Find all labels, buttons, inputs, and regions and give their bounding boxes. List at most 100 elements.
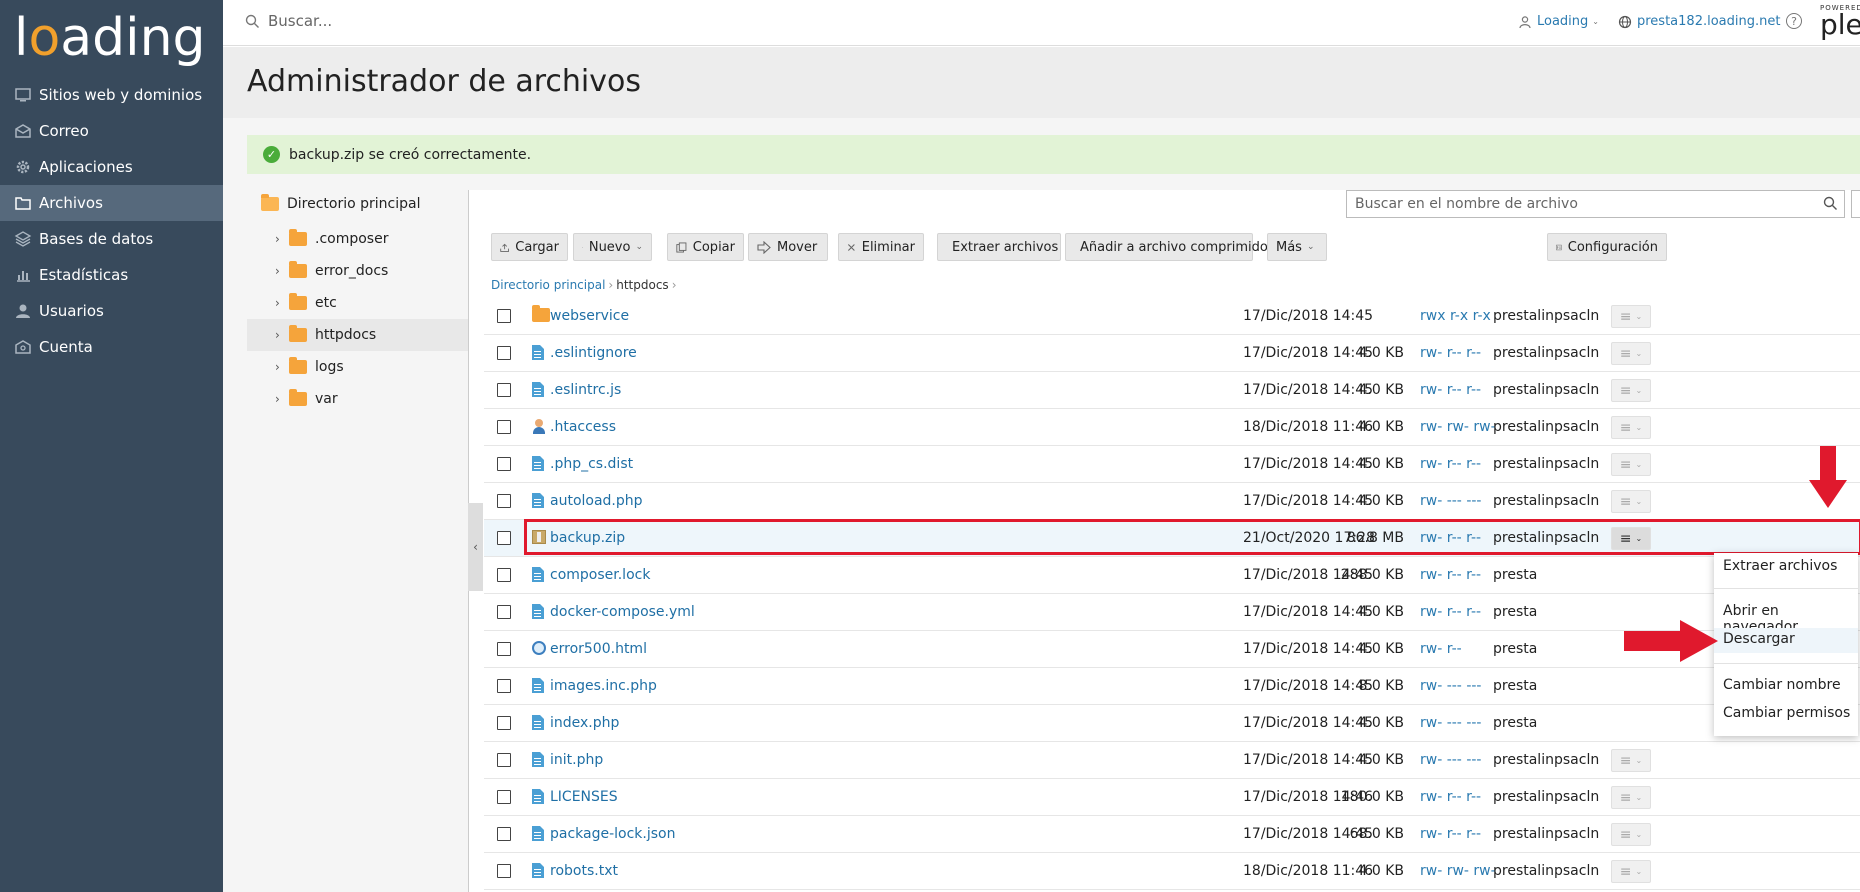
file-permissions-link[interactable]: rw- r-- r-- — [1420, 604, 1481, 620]
file-permissions-link[interactable]: rw- r-- r-- — [1420, 382, 1481, 398]
sidebar-item-cuenta[interactable]: Cuenta — [0, 329, 223, 365]
tree-item-etc[interactable]: › etc — [247, 287, 468, 319]
chevron-right-icon[interactable]: › — [275, 264, 289, 278]
move-button[interactable]: Mover — [748, 233, 828, 261]
tree-item-composer[interactable]: › .composer — [247, 223, 468, 255]
row-checkbox[interactable] — [497, 457, 511, 471]
row-checkbox[interactable] — [497, 679, 511, 693]
file-permissions-link[interactable]: rw- --- --- — [1420, 493, 1481, 509]
table-row[interactable]: .eslintrc.js 17/Dic/2018 14:45 4.0 KB rw… — [484, 372, 1860, 409]
settings-button[interactable]: Configuración — [1547, 233, 1667, 261]
row-menu-button[interactable]: ≡ ⌄ — [1611, 490, 1651, 513]
tree-root[interactable]: Directorio principal — [261, 194, 421, 212]
row-checkbox[interactable] — [497, 383, 511, 397]
file-permissions-link[interactable]: rw- r-- r-- — [1420, 789, 1481, 805]
sidebar-item-aplicaciones[interactable]: Aplicaciones — [0, 149, 223, 185]
row-checkbox[interactable] — [497, 716, 511, 730]
menu-item-download[interactable]: Descargar — [1723, 631, 1795, 647]
file-permissions-link[interactable]: rw- r-- — [1420, 641, 1462, 657]
table-row[interactable]: .htaccess 18/Dic/2018 11:46 4.0 KB rw- r… — [484, 409, 1860, 446]
row-menu-button[interactable]: ≡ ⌄ — [1611, 379, 1651, 402]
row-checkbox[interactable] — [497, 827, 511, 841]
row-checkbox[interactable] — [497, 420, 511, 434]
table-row[interactable]: autoload.php 17/Dic/2018 14:45 4.0 KB rw… — [484, 483, 1860, 520]
row-menu-button[interactable]: ≡ ⌄ — [1611, 860, 1651, 883]
extract-button[interactable]: Extraer archivos — [937, 233, 1061, 261]
sidebar-item-correo[interactable]: Correo — [0, 113, 223, 149]
file-name-link[interactable]: autoload.php — [550, 493, 643, 509]
more-button[interactable]: Más ⌄ — [1267, 233, 1327, 261]
file-name-link[interactable]: webservice — [550, 308, 629, 324]
row-checkbox[interactable] — [497, 605, 511, 619]
row-checkbox[interactable] — [497, 309, 511, 323]
row-checkbox[interactable] — [497, 568, 511, 582]
file-name-link[interactable]: package-lock.json — [550, 826, 676, 842]
row-checkbox[interactable] — [497, 531, 511, 545]
file-name-link[interactable]: robots.txt — [550, 863, 618, 879]
table-row[interactable]: composer.lock 17/Dic/2018 14:45 288.0 KB… — [484, 557, 1860, 594]
row-checkbox[interactable] — [497, 494, 511, 508]
brand-logo[interactable]: loading — [14, 8, 206, 68]
user-menu[interactable]: Loading ⌄ — [1518, 14, 1599, 29]
new-button[interactable]: Nuevo ⌄ — [573, 233, 652, 261]
copy-button[interactable]: Copiar — [667, 233, 744, 261]
file-permissions-link[interactable]: rwx r-x r-x — [1420, 308, 1491, 324]
domain-menu[interactable]: presta182.loading.net — [1618, 14, 1780, 29]
row-menu-button[interactable]: ≡ ⌄ — [1611, 823, 1651, 846]
row-menu-button[interactable]: ≡ ⌄ — [1611, 453, 1651, 476]
menu-item-extract[interactable]: Extraer archivos — [1723, 558, 1837, 574]
file-name-link[interactable]: .htaccess — [550, 419, 616, 435]
table-row[interactable]: LICENSES 17/Dic/2018 14:46 180.0 KB rw- … — [484, 779, 1860, 816]
breadcrumb-root-link[interactable]: Directorio principal — [491, 278, 605, 292]
file-permissions-link[interactable]: rw- r-- r-- — [1420, 345, 1481, 361]
menu-item-permissions[interactable]: Cambiar permisos — [1723, 705, 1850, 721]
sidebar-item-archivos[interactable]: Archivos — [0, 185, 223, 221]
chevron-right-icon[interactable]: › — [275, 392, 289, 406]
file-name-link[interactable]: .eslintignore — [550, 345, 637, 361]
chevron-right-icon[interactable]: › — [275, 296, 289, 310]
tree-item-httpdocs[interactable]: › httpdocs — [247, 319, 468, 351]
row-checkbox[interactable] — [497, 864, 511, 878]
search-input[interactable]: Buscar... — [268, 12, 332, 30]
table-row[interactable]: robots.txt 18/Dic/2018 11:46 4.0 KB rw- … — [484, 853, 1860, 890]
file-permissions-link[interactable]: rw- r-- r-- — [1420, 567, 1481, 583]
row-checkbox[interactable] — [497, 790, 511, 804]
add-archive-button[interactable]: Añadir a archivo comprimido — [1065, 233, 1268, 261]
global-search[interactable]: Buscar... — [245, 12, 332, 30]
file-name-link[interactable]: .eslintrc.js — [550, 382, 621, 398]
row-checkbox[interactable] — [497, 753, 511, 767]
table-row[interactable]: package-lock.json 17/Dic/2018 14:45 68.0… — [484, 816, 1860, 853]
sidebar-item-estadisticas[interactable]: Estadísticas — [0, 257, 223, 293]
sidebar-item-usuarios[interactable]: Usuarios — [0, 293, 223, 329]
file-name-link[interactable]: index.php — [550, 715, 619, 731]
table-row[interactable]: .php_cs.dist 17/Dic/2018 14:45 4.0 KB rw… — [484, 446, 1860, 483]
table-row[interactable]: webservice 17/Dic/2018 14:45 rwx r-x r-x… — [484, 298, 1860, 335]
file-permissions-link[interactable]: rw- --- --- — [1420, 715, 1481, 731]
table-row[interactable]: index.php 17/Dic/2018 14:45 4.0 KB rw- -… — [484, 705, 1860, 742]
table-row[interactable]: init.php 17/Dic/2018 14:45 4.0 KB rw- --… — [484, 742, 1860, 779]
chevron-right-icon[interactable]: › — [275, 232, 289, 246]
file-name-link[interactable]: LICENSES — [550, 789, 618, 805]
search-icon[interactable] — [1823, 196, 1838, 211]
row-menu-button[interactable]: ≡ ⌄ — [1611, 342, 1651, 365]
file-permissions-link[interactable]: rw- r-- r-- — [1420, 826, 1481, 842]
file-name-link[interactable]: images.inc.php — [550, 678, 657, 694]
help-icon[interactable]: ? — [1786, 13, 1802, 29]
file-search-input[interactable]: Buscar en el nombre de archivo — [1346, 190, 1845, 218]
tree-collapse-toggle[interactable]: ‹ — [468, 503, 483, 591]
sidebar-item-sitios[interactable]: Sitios web y dominios — [0, 77, 223, 113]
row-menu-button[interactable]: ≡ ⌄ — [1611, 786, 1651, 809]
tree-item-logs[interactable]: › logs — [247, 351, 468, 383]
chevron-right-icon[interactable]: › — [275, 328, 289, 342]
file-name-link[interactable]: composer.lock — [550, 567, 650, 583]
file-name-link[interactable]: init.php — [550, 752, 603, 768]
row-checkbox[interactable] — [497, 346, 511, 360]
search-options-button[interactable] — [1851, 190, 1860, 218]
tree-item-var[interactable]: › var — [247, 383, 468, 415]
file-permissions-link[interactable]: rw- rw- rw- — [1420, 419, 1496, 435]
file-name-link[interactable]: docker-compose.yml — [550, 604, 695, 620]
file-permissions-link[interactable]: rw- rw- rw- — [1420, 863, 1496, 879]
upload-button[interactable]: Cargar — [491, 233, 568, 261]
menu-item-rename[interactable]: Cambiar nombre — [1723, 677, 1841, 693]
delete-button[interactable]: Eliminar — [838, 233, 924, 261]
